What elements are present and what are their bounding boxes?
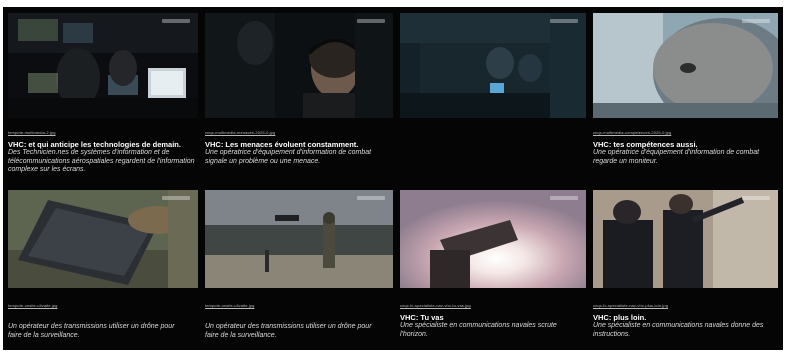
image-filename[interactable]: tempote-multimedia-2.jpg [8, 130, 56, 135]
gallery-card-4[interactable]: cnqc-multimedia-competences-2025-0.jpg V… [593, 13, 778, 183]
card-description: Un opérateur des transmissions utiliser … [8, 323, 175, 339]
thumbnail-face-closeup[interactable] [593, 13, 778, 118]
thumbnail-drone-forest[interactable] [205, 190, 393, 288]
card-description: Une opératrice d'équipement d'informatio… [593, 149, 760, 165]
gallery-card-7[interactable]: cnqc-fc-specialiste-nav-vhc-tu-vas.jpg V… [400, 190, 586, 350]
gallery-card-2[interactable]: cnqc-multimedia-menaces-2025-0.jpg VHC: … [205, 13, 393, 183]
image-filename[interactable]: tempote-onsite-ulivaite.jpg [205, 303, 254, 308]
gallery-card-3[interactable] [400, 13, 586, 183]
card-description: Une opératrice d'équipement d'informatio… [205, 149, 372, 165]
timecode-badge [162, 196, 190, 200]
card-title: VHC: tes compétences aussi. [593, 140, 698, 149]
thumbnail-laptop-field[interactable] [8, 190, 198, 288]
gallery-card-8[interactable]: cnqc-fc-specialiste-nav-vhc-plus-loin.jp… [593, 190, 778, 350]
timecode-badge [357, 19, 385, 23]
image-filename[interactable]: cnqc-fc-specialiste-nav-vhc-tu-vas.jpg [400, 303, 471, 308]
image-filename[interactable]: cnqc-multimedia-menaces-2025-0.jpg [205, 130, 275, 135]
media-gallery: tempote-multimedia-2.jpg VHC: et qui ant… [3, 7, 783, 350]
gallery-card-1[interactable]: tempote-multimedia-2.jpg VHC: et qui ant… [8, 13, 198, 183]
image-filename[interactable]: tempote-onsite-ulivaite.jpg [8, 303, 57, 308]
image-filename[interactable]: cnqc-fc-specialiste-nav-vhc-plus-loin.jp… [593, 303, 668, 308]
card-title: VHC: Tu vas [400, 313, 444, 322]
card-description: Une spécialiste en communications navale… [400, 322, 557, 338]
timecode-badge [742, 19, 770, 23]
timecode-badge [162, 19, 190, 23]
gallery-card-5[interactable]: tempote-onsite-ulivaite.jpg Un opérateur… [8, 190, 198, 350]
card-description: Un opérateur des transmissions utiliser … [205, 323, 372, 339]
card-description: Une spécialiste en communications navale… [593, 322, 764, 338]
thumbnail-sailors-pointing[interactable] [593, 190, 778, 288]
timecode-badge [550, 196, 578, 200]
card-title: VHC: Les menaces évoluent constamment. [205, 140, 359, 149]
timecode-badge [742, 196, 770, 200]
card-description: Des Technicien.nes de systèmes d'informa… [8, 149, 195, 173]
image-filename[interactable]: cnqc-multimedia-competences-2025-0.jpg [593, 130, 671, 135]
card-title: VHC: plus loin. [593, 313, 647, 322]
gallery-card-6[interactable]: tempote-onsite-ulivaite.jpg Un opérateur… [205, 190, 393, 350]
thumbnail-ship-bridge[interactable] [400, 13, 586, 118]
thumbnail-binoculars-sun[interactable] [400, 190, 586, 288]
thumbnail-operator-headset[interactable] [205, 13, 393, 118]
timecode-badge [357, 196, 385, 200]
thumbnail-cockpit-screens[interactable] [8, 13, 198, 118]
timecode-badge [550, 19, 578, 23]
card-title: VHC: et qui anticipe les technologies de… [8, 140, 181, 149]
